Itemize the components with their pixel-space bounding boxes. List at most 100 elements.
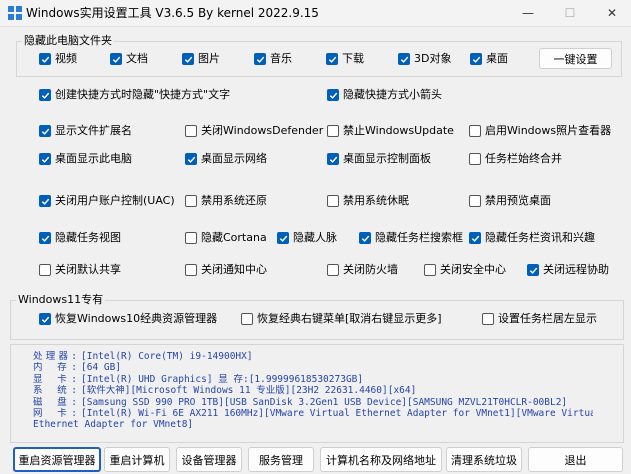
system-info-label: 内 存: (33, 362, 77, 374)
checkbox-checked-icon[interactable] (527, 264, 539, 276)
system-info-label: 磁 盘: (33, 396, 77, 408)
checkbox-label: 音乐 (270, 52, 292, 65)
checkbox-unchecked-icon[interactable] (469, 153, 481, 165)
checkbox-unchecked-icon[interactable] (185, 125, 197, 137)
hide-folder-checkbox-3[interactable]: 音乐 (254, 51, 292, 67)
app-icon (8, 6, 22, 20)
option-checkbox-10[interactable]: 关闭用户账户控制(UAC) (39, 193, 175, 209)
bottom-button-2[interactable]: 设备管理器 (176, 447, 242, 472)
checkbox-checked-icon[interactable] (327, 153, 339, 165)
checkbox-checked-icon[interactable] (398, 53, 410, 65)
checkbox-label: 桌面 (486, 52, 508, 65)
option-checkbox-16[interactable]: 隐藏人脉 (277, 230, 337, 246)
checkbox-checked-icon[interactable] (39, 125, 51, 137)
option-checkbox-2[interactable]: 显示文件扩展名 (39, 123, 132, 139)
win11-checkbox-1[interactable]: 恢复经典右键菜单[取消右键显示更多] (241, 311, 442, 327)
option-checkbox-13[interactable]: 禁用预览桌面 (469, 193, 551, 209)
checkbox-checked-icon[interactable] (39, 153, 51, 165)
minimize-button[interactable]: — (508, 0, 548, 26)
hide-folder-checkbox-6[interactable]: 桌面 (470, 51, 508, 67)
checkbox-checked-icon[interactable] (39, 195, 51, 207)
checkbox-checked-icon[interactable] (359, 232, 371, 244)
checkbox-unchecked-icon[interactable] (185, 264, 197, 276)
maximize-button[interactable]: ☐ (550, 0, 590, 26)
hide-folder-checkbox-1[interactable]: 文档 (110, 51, 148, 67)
system-info-value: [Intel(R) Wi-Fi 6E AX211 160MHz][VMware … (81, 408, 593, 420)
bottom-button-5[interactable]: 清理系统垃圾 (446, 447, 522, 472)
checkbox-label: 文档 (126, 52, 148, 65)
checkbox-unchecked-icon[interactable] (424, 264, 436, 276)
option-checkbox-9[interactable]: 任务栏始终合并 (469, 151, 562, 167)
system-info-label: 显 卡: (33, 373, 77, 385)
option-checkbox-19[interactable]: 关闭默认共享 (39, 262, 121, 278)
win11-checkbox-2[interactable]: 设置任务栏居左显示 (482, 311, 597, 327)
apply-button[interactable]: 一键设置 (539, 48, 612, 69)
checkbox-label: 关闭通知中心 (201, 263, 267, 276)
checkbox-unchecked-icon[interactable] (327, 125, 339, 137)
hide-folder-checkbox-0[interactable]: 视频 (39, 51, 77, 67)
option-checkbox-17[interactable]: 隐藏任务栏搜索框 (359, 230, 463, 246)
checkbox-label: 桌面显示网络 (201, 152, 267, 165)
checkbox-label: 启用Windows照片查看器 (485, 124, 612, 137)
checkbox-unchecked-icon[interactable] (469, 125, 481, 137)
win11-checkbox-0[interactable]: 恢复Windows10经典资源管理器 (39, 311, 217, 327)
option-checkbox-12[interactable]: 禁用系统休眠 (327, 193, 409, 209)
checkbox-checked-icon[interactable] (39, 53, 51, 65)
checkbox-unchecked-icon[interactable] (327, 264, 339, 276)
bottom-button-3[interactable]: 服务管理 (248, 447, 314, 472)
checkbox-checked-icon[interactable] (327, 89, 339, 101)
checkbox-checked-icon[interactable] (39, 89, 51, 101)
checkbox-label: 显示文件扩展名 (55, 124, 132, 137)
option-checkbox-15[interactable]: 隐藏Cortana (185, 230, 267, 246)
bottom-button-0[interactable]: 重启资源管理器 (13, 447, 101, 472)
checkbox-label: 视频 (55, 52, 77, 65)
option-checkbox-18[interactable]: 隐藏任务栏资讯和兴趣 (469, 230, 595, 246)
bottom-button-4[interactable]: 计算机名称及网络地址 (320, 447, 442, 472)
checkbox-checked-icon[interactable] (470, 53, 482, 65)
checkbox-unchecked-icon[interactable] (185, 232, 197, 244)
option-checkbox-11[interactable]: 禁用系统还原 (185, 193, 267, 209)
option-checkbox-1[interactable]: 隐藏快捷方式小箭头 (327, 87, 442, 103)
hide-folder-checkbox-5[interactable]: 3D对象 (398, 51, 451, 67)
checkbox-checked-icon[interactable] (39, 232, 51, 244)
option-checkbox-3[interactable]: 关闭WindowsDefender (185, 123, 323, 139)
bottom-button-1[interactable]: 重启计算机 (104, 447, 170, 472)
checkbox-label: 任务栏始终合并 (485, 152, 562, 165)
checkbox-checked-icon[interactable] (39, 313, 51, 325)
checkbox-label: 创建快捷方式时隐藏"快捷方式"文字 (55, 88, 231, 101)
checkbox-unchecked-icon[interactable] (469, 195, 481, 207)
checkbox-checked-icon[interactable] (110, 53, 122, 65)
hide-folder-checkbox-2[interactable]: 图片 (182, 51, 220, 67)
checkbox-checked-icon[interactable] (469, 232, 481, 244)
checkbox-unchecked-icon[interactable] (39, 264, 51, 276)
hide-folder-checkbox-4[interactable]: 下载 (326, 51, 364, 67)
checkbox-checked-icon[interactable] (182, 53, 194, 65)
checkbox-unchecked-icon[interactable] (482, 313, 494, 325)
system-info-row: 网 卡: [Intel(R) Wi-Fi 6E AX211 160MHz][VMw… (33, 408, 593, 419)
option-checkbox-23[interactable]: 关闭远程协助 (527, 262, 609, 278)
checkbox-unchecked-icon[interactable] (241, 313, 253, 325)
checkbox-checked-icon[interactable] (326, 53, 338, 65)
checkbox-unchecked-icon[interactable] (327, 195, 339, 207)
option-checkbox-4[interactable]: 禁止WindowsUpdate (327, 123, 454, 139)
checkbox-checked-icon[interactable] (254, 53, 266, 65)
system-info-label: 系 统: (33, 385, 77, 397)
checkbox-checked-icon[interactable] (277, 232, 289, 244)
option-checkbox-8[interactable]: 桌面显示控制面板 (327, 151, 431, 167)
option-checkbox-0[interactable]: 创建快捷方式时隐藏"快捷方式"文字 (39, 87, 230, 103)
checkbox-label: 下载 (342, 52, 364, 65)
option-checkbox-14[interactable]: 隐藏任务视图 (39, 230, 121, 246)
option-checkbox-7[interactable]: 桌面显示网络 (185, 151, 267, 167)
close-button[interactable]: ✕ (592, 0, 631, 26)
option-checkbox-5[interactable]: 启用Windows照片查看器 (469, 123, 611, 139)
option-checkbox-22[interactable]: 关闭安全中心 (424, 262, 506, 278)
option-checkbox-20[interactable]: 关闭通知中心 (185, 262, 267, 278)
option-checkbox-21[interactable]: 关闭防火墙 (327, 262, 398, 278)
checkbox-label: 隐藏Cortana (201, 231, 267, 244)
option-checkbox-6[interactable]: 桌面显示此电脑 (39, 151, 132, 167)
bottom-button-6[interactable]: 退出 (528, 447, 623, 472)
checkbox-label: 关闭用户账户控制(UAC) (55, 194, 175, 207)
checkbox-unchecked-icon[interactable] (185, 195, 197, 207)
checkbox-label: 关闭WindowsDefender (201, 124, 324, 137)
checkbox-checked-icon[interactable] (185, 153, 197, 165)
